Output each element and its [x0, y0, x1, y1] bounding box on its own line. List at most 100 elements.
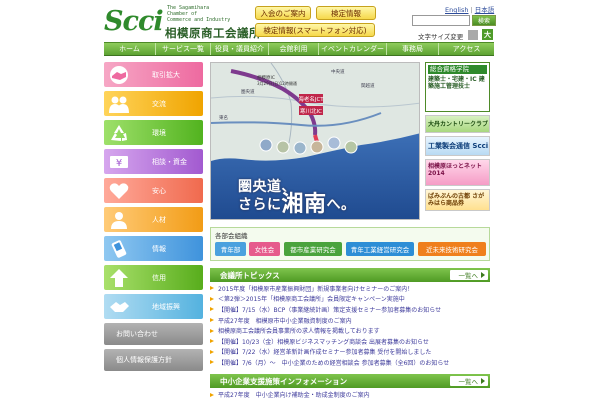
support-info-more-link[interactable]: 一覧へ — [450, 376, 488, 386]
person-icon — [104, 207, 134, 232]
groups-title: 各部会組織 — [215, 232, 248, 240]
arrow-icon — [210, 307, 214, 312]
join-info-button[interactable]: 入会のご案内 — [255, 6, 311, 20]
nav-access[interactable]: アクセス — [439, 43, 494, 55]
map-label-samukawa-ic: 寒川北IC — [300, 107, 322, 115]
heart-icon — [104, 178, 134, 203]
search-button[interactable]: 検索 — [472, 15, 496, 26]
nav-home[interactable]: ホーム — [104, 43, 156, 55]
font-size-large-button[interactable]: 大 — [482, 29, 493, 40]
organization-name: 相模原商工会議所 — [165, 26, 261, 40]
topic-text: ＜第2弾＞2015年「相模原商工会議所」会員限定キャンペーン実施中 — [218, 296, 405, 304]
list-item[interactable]: 【開催】7/22（水）経営革新計画作成セミナー参加者募集 受付を開始しました — [210, 347, 490, 358]
groups-panel: 各部会組織 青年部 女性会 都市産業研究会 青年工業経営研究会 近未来技術研究会 — [210, 227, 490, 261]
arrow-icon — [210, 392, 214, 397]
menu-consultation-funding[interactable]: ¥ 相談・資金 — [104, 149, 203, 174]
menu-label: 情報 — [152, 244, 166, 253]
people-icon — [104, 91, 134, 116]
list-item[interactable]: 平成27年度 相模原市中小企業融資制度のご案内 — [210, 315, 490, 326]
banner-line2b: 湘南 — [281, 192, 327, 217]
recycle-icon — [104, 120, 134, 145]
map-label-opening-date: 3月29日(日)12時開通 — [257, 80, 297, 86]
arrow-icon — [210, 349, 214, 354]
ad-title: 総合資格学院 — [428, 65, 487, 74]
map-label-ebina-jct: 海老名JCT — [298, 95, 324, 103]
menu-label: 交流 — [152, 99, 166, 108]
site-logo[interactable]: Scci — [104, 8, 164, 36]
menu-human-resources[interactable]: 人材 — [104, 207, 203, 232]
menu-trade-expansion[interactable]: 取引拡大 — [104, 62, 203, 87]
menu-label: 人材 — [152, 215, 166, 224]
menu-privacy-policy[interactable]: 個人情報保護方針 — [104, 349, 203, 371]
topics-title: 会議所トピックス — [220, 270, 280, 280]
banner-line2a: さらに — [238, 197, 282, 213]
topic-text: 【開催】7/6（月）～ 中小企業のための経営相談会 参加者募集（全6回）のお知ら… — [218, 359, 450, 367]
group-young-industry[interactable]: 青年工業経営研究会 — [346, 242, 414, 256]
topic-text: 平成27年度 相模原市中小企業融資制度のご案内 — [218, 317, 352, 325]
topics-more-link[interactable]: 一覧へ — [450, 270, 488, 280]
up-arrow-icon — [104, 265, 134, 290]
nav-event-calendar[interactable]: イベントカレンダー — [319, 43, 387, 55]
banner-sogo-shikaku[interactable]: 総合資格学院 建築士・宅建・IC 建築施工管理技士 — [425, 62, 490, 112]
arrow-icon — [210, 360, 214, 365]
topic-text: 【開催】7/22（水）経営革新計画作成セミナー参加者募集 受付を開始しました — [218, 349, 432, 357]
topic-text: 相模原商工会議所会員事業所の求人情報を掲載しております — [218, 328, 380, 336]
font-size-small-button[interactable] — [468, 30, 478, 40]
arrow-icon — [210, 296, 214, 301]
svg-text:¥: ¥ — [116, 158, 122, 169]
nav-services[interactable]: サービス一覧 — [156, 43, 211, 55]
search-input[interactable] — [412, 15, 470, 26]
language-separator: | — [470, 6, 473, 14]
menu-information[interactable]: 情報 — [104, 236, 203, 261]
banner-headline: 圏央道、 さらに湘南へ。 — [238, 179, 356, 217]
menu-regional-promotion[interactable]: 地域振興 — [104, 294, 203, 319]
english-link[interactable]: English — [445, 6, 468, 14]
map-label-sagamihara-ic: 相模原IC — [257, 74, 275, 81]
menu-label: 信用 — [152, 273, 166, 282]
banner-hot-net[interactable]: 相模原ほっとネット 2014 — [425, 159, 490, 186]
menu-safety[interactable]: 安心 — [104, 178, 203, 203]
menu-credit[interactable]: 信用 — [104, 265, 203, 290]
menu-exchange[interactable]: 交流 — [104, 91, 203, 116]
handshake-icon — [104, 62, 134, 87]
menu-label: 環境 — [152, 128, 166, 137]
list-item[interactable]: 2015年度「相模原市産業振興財団」新規事業者向けセミナーのご案内！ — [210, 283, 490, 294]
banner-country-club[interactable]: 大丹カントリークラブ — [425, 115, 490, 133]
topics-header: 会議所トピックス 一覧へ — [210, 268, 490, 282]
menu-label: 地域振興 — [152, 302, 180, 311]
ad-subtitle: 建築士・宅建・IC 建築施工管理技士 — [428, 76, 485, 90]
topics-list: 2015年度「相模原市産業振興財団」新規事業者向けセミナーのご案内！ ＜第2弾＞… — [210, 283, 490, 368]
group-urban-industry[interactable]: 都市産業研究会 — [284, 242, 342, 256]
menu-label: 取引拡大 — [152, 70, 180, 79]
list-item[interactable]: 【開催】10/23（金）相模原ビジネスマッチング商談会 出展者募集のお知らせ — [210, 336, 490, 347]
mobile-phone-icon — [104, 236, 134, 261]
menu-label: 安心 — [152, 186, 166, 195]
map-label-kanetsu: 関越道 — [361, 82, 375, 89]
topic-text: 2015年度「相模原市産業振興財団」新規事業者向けセミナーのご案内！ — [218, 285, 414, 293]
japanese-link[interactable]: 日本語 — [475, 6, 495, 14]
map-label-tomei: 東名 — [219, 114, 228, 121]
group-youth[interactable]: 青年部 — [215, 242, 246, 256]
banner-gift-certificate[interactable]: ぱみぷんの古都 さがみはら商品券 — [425, 189, 490, 211]
list-item[interactable]: 【開催】7/15（水）BCP（事業継続計画）策定支援セミナー参加者募集のお知らせ — [210, 304, 490, 315]
menu-contact[interactable]: お問い合わせ — [104, 323, 203, 345]
map-label-chuo: 中央道 — [331, 68, 345, 75]
exam-info-mobile-button[interactable]: 検定情報(スマートフォン対応) — [255, 23, 375, 37]
nav-officers[interactable]: 役員・議員紹介 — [211, 43, 269, 55]
map-label-ken: 圏央道 — [241, 88, 255, 95]
list-item[interactable]: 【開催】7/6（月）～ 中小企業のための経営相談会 参加者募集（全6回）のお知ら… — [210, 357, 490, 368]
banner-newsletter[interactable]: 工業製会通信 Scci — [425, 136, 490, 156]
nav-hall[interactable]: 会館利用 — [269, 43, 319, 55]
group-future-tech[interactable]: 近未来技術研究会 — [418, 242, 486, 256]
menu-environment[interactable]: 環境 — [104, 120, 203, 145]
nav-office[interactable]: 事務局 — [387, 43, 439, 55]
list-item[interactable]: ＜第2弾＞2015年「相模原商工会議所」会員限定キャンペーン実施中 — [210, 294, 490, 305]
info-text: 平成27年度 中小企業向け補助金・助成金制度のご案内 — [218, 392, 370, 399]
arrow-icon — [210, 318, 214, 323]
font-size-label: 文字サイズ変更 — [418, 33, 464, 41]
group-women[interactable]: 女性会 — [249, 242, 280, 256]
main-banner[interactable]: 海老名JCT 寒川北IC 相模原IC 3月29日(日)12時開通 中央道 関越道… — [210, 62, 420, 220]
exam-info-button[interactable]: 検定情報 — [316, 6, 376, 20]
list-item[interactable]: 平成27年度 中小企業向け補助金・助成金制度のご案内 — [210, 390, 490, 399]
list-item[interactable]: 相模原商工会議所会員事業所の求人情報を掲載しております — [210, 325, 490, 336]
